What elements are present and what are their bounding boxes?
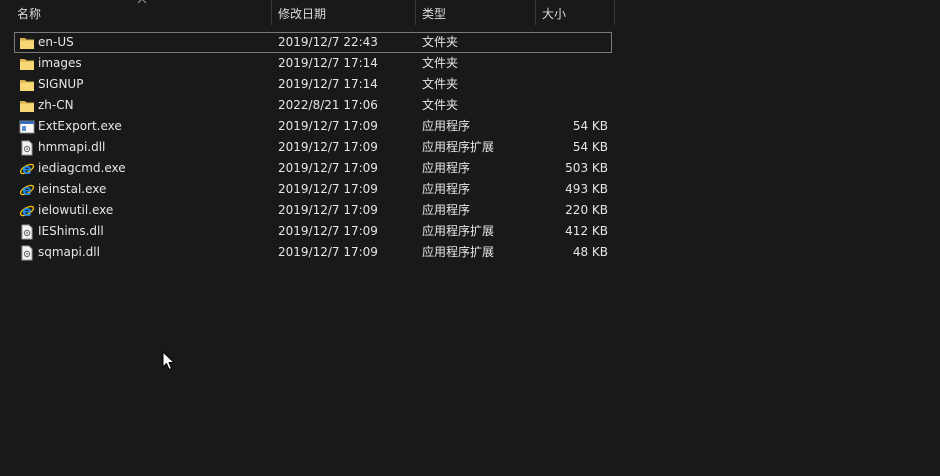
file-row[interactable]: sqmapi.dll 2019/12/7 17:09 应用程序扩展 48 KB (0, 242, 940, 263)
file-row[interactable]: IEShims.dll 2019/12/7 17:09 应用程序扩展 412 K… (0, 221, 940, 242)
svg-text:e: e (22, 204, 32, 219)
folder-icon (19, 95, 35, 116)
folder-icon (19, 32, 35, 53)
file-date: 2019/12/7 17:09 (278, 203, 378, 217)
file-row[interactable]: e ieinstal.exe 2019/12/7 17:09 应用程序 493 … (0, 179, 940, 200)
internet-explorer-icon: e (19, 200, 35, 221)
file-name: sqmapi.dll (38, 245, 100, 259)
file-date: 2019/12/7 17:09 (278, 224, 378, 238)
file-row[interactable]: SIGNUP 2019/12/7 17:14 文件夹 (0, 74, 940, 95)
file-date: 2022/8/21 17:06 (278, 98, 378, 112)
file-type: 应用程序扩展 (422, 245, 495, 259)
file-name: hmmapi.dll (38, 140, 106, 154)
file-size: 48 KB (572, 245, 608, 259)
column-header-size[interactable]: 大小 (536, 0, 614, 28)
file-date: 2019/12/7 17:14 (278, 77, 378, 91)
file-size: 412 KB (565, 224, 608, 238)
column-divider[interactable] (614, 0, 615, 25)
folder-icon (19, 53, 35, 74)
file-type: 文件夹 (422, 77, 459, 91)
file-type: 文件夹 (422, 56, 459, 70)
file-type: 文件夹 (422, 98, 459, 112)
file-size: 220 KB (565, 203, 608, 217)
column-header-date[interactable]: 修改日期 (272, 0, 415, 28)
file-name: iediagcmd.exe (38, 161, 126, 175)
file-row[interactable]: ExtExport.exe 2019/12/7 17:09 应用程序 54 KB (0, 116, 940, 137)
file-type: 应用程序 (422, 182, 471, 196)
file-list: en-US 2019/12/7 22:43 文件夹 images 2019/12… (0, 32, 940, 263)
dll-file-icon (19, 221, 35, 242)
file-name: ielowutil.exe (38, 203, 114, 217)
file-date: 2019/12/7 17:09 (278, 245, 378, 259)
file-name: en-US (38, 35, 74, 49)
application-icon (19, 116, 35, 137)
svg-text:e: e (22, 162, 32, 177)
file-size: 493 KB (565, 182, 608, 196)
file-row[interactable]: zh-CN 2022/8/21 17:06 文件夹 (0, 95, 940, 116)
column-header-bar: 名称 修改日期 类型 大小 (0, 0, 940, 28)
file-date: 2019/12/7 17:14 (278, 56, 378, 70)
column-header-name[interactable]: 名称 (11, 0, 271, 28)
file-type: 应用程序扩展 (422, 140, 495, 154)
file-date: 2019/12/7 17:09 (278, 119, 378, 133)
file-size (540, 53, 608, 74)
file-explorer-window: 名称 修改日期 类型 大小 en-US 2019/12/7 22:43 文件夹 … (0, 0, 940, 476)
column-header-type[interactable]: 类型 (416, 0, 535, 28)
file-type: 应用程序扩展 (422, 224, 495, 238)
file-row[interactable]: hmmapi.dll 2019/12/7 17:09 应用程序扩展 54 KB (0, 137, 940, 158)
dll-file-icon (19, 137, 35, 158)
file-size (540, 95, 608, 116)
mouse-pointer-icon (162, 351, 175, 370)
file-name: images (38, 56, 82, 70)
file-row[interactable]: e iediagcmd.exe 2019/12/7 17:09 应用程序 503… (0, 158, 940, 179)
file-size: 54 KB (572, 140, 608, 154)
file-name: zh-CN (38, 98, 74, 112)
dll-file-icon (19, 242, 35, 263)
file-row[interactable]: e ielowutil.exe 2019/12/7 17:09 应用程序 220… (0, 200, 940, 221)
internet-explorer-icon: e (19, 158, 35, 179)
file-size (540, 74, 608, 95)
file-size: 54 KB (572, 119, 608, 133)
file-type: 应用程序 (422, 203, 471, 217)
file-date: 2019/12/7 17:09 (278, 161, 378, 175)
file-row[interactable]: en-US 2019/12/7 22:43 文件夹 (0, 32, 940, 53)
file-type: 应用程序 (422, 119, 471, 133)
file-size: 503 KB (565, 161, 608, 175)
file-type: 应用程序 (422, 161, 471, 175)
file-name: ExtExport.exe (38, 119, 122, 133)
file-date: 2019/12/7 22:43 (278, 35, 378, 49)
file-name: IEShims.dll (38, 224, 104, 238)
file-type: 文件夹 (422, 35, 459, 49)
folder-icon (19, 74, 35, 95)
file-name: SIGNUP (38, 77, 84, 91)
file-name: ieinstal.exe (38, 182, 107, 196)
file-date: 2019/12/7 17:09 (278, 140, 378, 154)
file-size (540, 32, 608, 53)
file-row[interactable]: images 2019/12/7 17:14 文件夹 (0, 53, 940, 74)
svg-text:e: e (22, 183, 32, 198)
internet-explorer-icon: e (19, 179, 35, 200)
file-date: 2019/12/7 17:09 (278, 182, 378, 196)
